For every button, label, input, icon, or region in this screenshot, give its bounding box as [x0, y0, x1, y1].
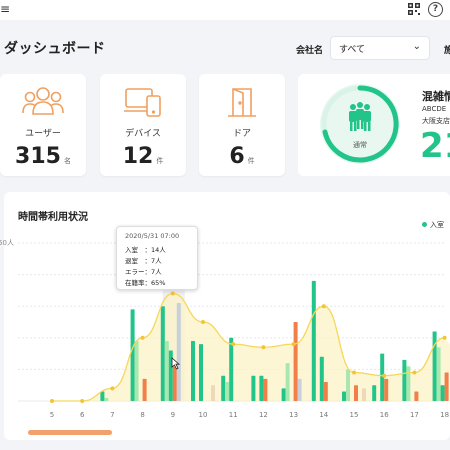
- bar-13-3: [293, 322, 298, 401]
- line-point-9: [170, 291, 175, 296]
- bar-8-3: [142, 378, 147, 401]
- bar-13-0: [281, 388, 286, 401]
- x-tick-label: 6: [80, 411, 85, 419]
- line-point-16: [382, 373, 387, 378]
- bar-14-2: [319, 356, 324, 401]
- x-tick-label: 9: [171, 411, 175, 419]
- bar-15-5: [362, 388, 366, 401]
- bar-7-1: [104, 397, 109, 401]
- bar-13-1: [285, 363, 290, 401]
- bar-15-1: [346, 369, 350, 401]
- bar-15-0: [342, 391, 346, 401]
- x-tick-label: 11: [229, 411, 238, 419]
- chart-scrollbar[interactable]: [28, 430, 112, 435]
- bar-17-0: [402, 359, 407, 401]
- line-point-6: [80, 399, 85, 403]
- x-tick-label: 15: [350, 411, 359, 419]
- bar-12-2: [259, 375, 264, 401]
- x-tick-label: 14: [319, 411, 328, 419]
- bar-12-0: [251, 375, 256, 401]
- line-point-5: [50, 399, 54, 403]
- line-point-7: [110, 386, 115, 391]
- usage-chart[interactable]: 5 6 7 8 9 10 11 12 13 14 15 16 17 18: [0, 0, 450, 450]
- x-tick-label: 12: [259, 411, 268, 419]
- bar-9-1: [164, 340, 169, 401]
- bar-17-3: [414, 391, 419, 401]
- line-point-10: [201, 320, 205, 324]
- bar-14-3: [323, 382, 328, 401]
- x-tick-label: 10: [199, 411, 208, 419]
- line-point-15: [352, 370, 356, 375]
- x-tick-label: 17: [410, 411, 419, 419]
- line-point-18: [442, 335, 447, 340]
- tooltip-entry: 入室 ：14人: [125, 246, 166, 254]
- bar-11-1: [225, 382, 230, 401]
- x-tick-label: 13: [289, 411, 298, 419]
- x-tick-label: 5: [50, 411, 54, 419]
- bar-13-4: [297, 378, 302, 401]
- line-point-12: [261, 345, 266, 350]
- bar-8-1: [134, 340, 139, 401]
- x-tick-label: 18: [440, 411, 449, 419]
- x-tick-label: 16: [380, 411, 389, 419]
- occupancy-area: [52, 293, 450, 401]
- bar-18-2: [440, 385, 445, 401]
- bar-15-3: [354, 385, 358, 401]
- line-point-13: [291, 342, 296, 347]
- chart-tooltip: 2020/5/31 07:00 入室 ：14人 退室 ：7人 エラー：7人 在籍…: [116, 226, 198, 290]
- y-axis-max-label: 50人: [0, 239, 14, 247]
- bar-7-0: [100, 391, 105, 401]
- tooltip-occupancy: 在籍率：65%: [125, 279, 166, 287]
- bar-17-1: [406, 366, 411, 401]
- bar-10-2: [199, 344, 203, 401]
- bar-14-0: [311, 280, 316, 401]
- tooltip-exit: 退室 ：7人: [125, 257, 162, 265]
- x-tick-label: 7: [110, 411, 114, 419]
- bar-16-3: [384, 378, 389, 401]
- bar-9-4: [176, 303, 181, 401]
- bar-10-5: [211, 385, 215, 401]
- bar-18-1: [436, 347, 441, 401]
- bar-12-3: [263, 378, 268, 401]
- bar-10-0: [191, 340, 195, 401]
- line-point-17: [412, 370, 417, 375]
- bar-16-0: [372, 385, 377, 401]
- bar-18-3: [444, 372, 449, 401]
- bar-9-3: [172, 366, 177, 401]
- tooltip-timestamp: 2020/5/31 07:00: [125, 232, 180, 240]
- line-point-8: [140, 335, 145, 340]
- bar-9-0: [160, 306, 165, 401]
- x-tick-label: 8: [140, 411, 144, 419]
- tooltip-error: エラー：7人: [125, 268, 162, 276]
- line-point-14: [321, 304, 326, 309]
- bar-11-0: [221, 375, 226, 401]
- bar-11-2: [229, 337, 234, 401]
- bar-8-0: [130, 309, 135, 401]
- line-point-11: [231, 342, 236, 347]
